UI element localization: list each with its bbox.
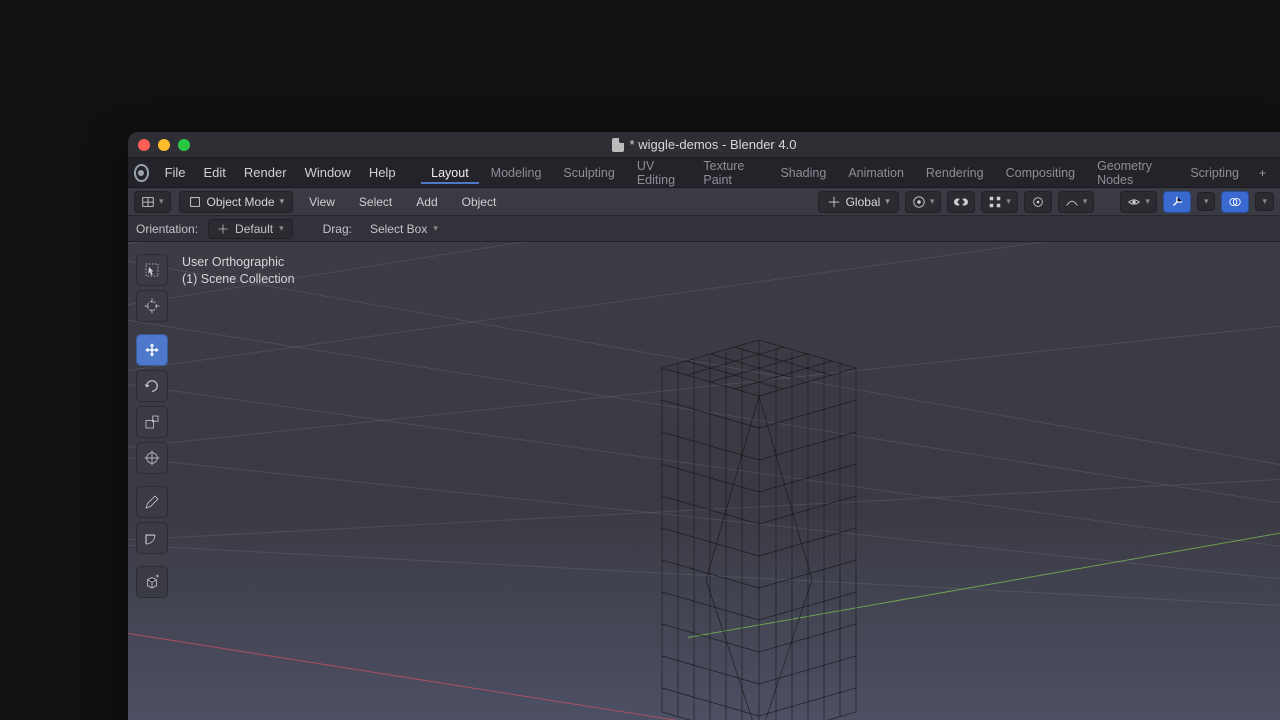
menu-help[interactable]: Help [361, 161, 404, 184]
close-window-button[interactable] [138, 139, 150, 151]
chevron-down-icon: ▾ [159, 196, 164, 207]
hud-view-name: User Orthographic [182, 254, 295, 271]
add-workspace-button[interactable]: + [1251, 162, 1274, 184]
grid-line [128, 242, 1280, 313]
chevron-down-icon: ▾ [1083, 196, 1088, 207]
menu-edit[interactable]: Edit [196, 161, 234, 184]
header-menu-object[interactable]: Object [454, 191, 505, 213]
hud-collection-name: (1) Scene Collection [182, 271, 295, 288]
workspace-tab-rendering[interactable]: Rendering [916, 162, 994, 184]
annotate-tool[interactable] [136, 486, 168, 518]
window-title: * wiggle-demos - Blender 4.0 [128, 137, 1280, 152]
workspace-tab-uv-editing[interactable]: UV Editing [627, 155, 692, 191]
workspace-tab-sculpting[interactable]: Sculpting [553, 162, 624, 184]
traffic-lights [138, 139, 190, 151]
blender-logo-icon[interactable] [134, 164, 149, 182]
menu-window[interactable]: Window [297, 161, 359, 184]
orientation-label: Orientation: [136, 222, 198, 236]
chevron-down-icon: ▾ [279, 223, 284, 234]
mode-label: Object Mode [207, 195, 275, 209]
tool-orientation-dropdown[interactable]: Default ▾ [208, 219, 293, 239]
chevron-down-icon: ▾ [1145, 196, 1150, 207]
axis-icon [217, 223, 229, 235]
chevron-down-icon: ▾ [1262, 196, 1267, 207]
drag-label: Drag: [323, 222, 352, 236]
chevron-down-icon: ▾ [885, 196, 890, 207]
drag-action-dropdown[interactable]: Select Box ▾ [362, 220, 446, 238]
snap-mode-dropdown[interactable]: ▾ [981, 191, 1018, 213]
visibility-icon [1127, 195, 1141, 209]
tool-orientation-value: Default [235, 222, 273, 236]
app-window: * wiggle-demos - Blender 4.0 File Edit R… [128, 132, 1280, 720]
measure-tool[interactable] [136, 522, 168, 554]
grid-line [128, 242, 1280, 253]
proportional-off-icon [1031, 195, 1045, 209]
snap-toggle[interactable] [947, 191, 975, 213]
gizmo-icon [1170, 195, 1184, 209]
move-tool[interactable] [136, 334, 168, 366]
header-menu-add[interactable]: Add [408, 191, 445, 213]
wireframe-mesh-icon [658, 340, 860, 720]
gizmo-dropdown[interactable]: ▾ [1197, 192, 1216, 211]
header-menu-view[interactable]: View [301, 191, 343, 213]
overlay-toggle[interactable] [1221, 191, 1249, 213]
window-title-text: * wiggle-demos - Blender 4.0 [630, 137, 797, 152]
viewport-hud: User Orthographic (1) Scene Collection [182, 254, 295, 288]
object-mode-icon [188, 195, 202, 209]
workspace-tab-animation[interactable]: Animation [838, 162, 914, 184]
falloff-icon [1065, 195, 1079, 209]
minimize-window-button[interactable] [158, 139, 170, 151]
tool-settings-bar: Orientation: Default ▾ Drag: Select Box … [128, 216, 1280, 242]
viewport-editor-icon [141, 195, 155, 209]
overlay-icon [1228, 195, 1242, 209]
workspace-tab-compositing[interactable]: Compositing [996, 162, 1085, 184]
workspace-tab-layout[interactable]: Layout [421, 162, 479, 184]
gizmo-toggle[interactable] [1163, 191, 1191, 213]
proportional-editing-toggle[interactable] [1024, 191, 1052, 213]
orientation-icon [827, 195, 841, 209]
transform-tool[interactable] [136, 442, 168, 474]
transform-orientation-dropdown[interactable]: Global ▾ [818, 191, 899, 213]
visibility-dropdown[interactable]: ▾ [1120, 191, 1157, 213]
viewport-3d[interactable]: User Orthographic (1) Scene Collection [128, 242, 1280, 720]
snap-icon [954, 195, 968, 209]
workspace-tab-shading[interactable]: Shading [770, 162, 836, 184]
viewport-header: ▾ Object Mode ▾ View Select Add Object G… [128, 188, 1280, 216]
snap-increment-icon [988, 195, 1002, 209]
scale-tool[interactable] [136, 406, 168, 438]
chevron-down-icon: ▾ [930, 196, 935, 207]
mode-dropdown[interactable]: Object Mode ▾ [179, 191, 294, 213]
editor-type-dropdown[interactable]: ▾ [134, 191, 171, 213]
workspace-tab-scripting[interactable]: Scripting [1180, 162, 1249, 184]
workspace-tab-texture-paint[interactable]: Texture Paint [693, 155, 768, 191]
pivot-point-dropdown[interactable]: ▾ [905, 191, 942, 213]
menu-file[interactable]: File [157, 161, 194, 184]
cursor-tool[interactable] [136, 290, 168, 322]
add-cube-tool[interactable] [136, 566, 168, 598]
chevron-down-icon: ▾ [1006, 196, 1011, 207]
pivot-median-icon [912, 195, 926, 209]
menu-render[interactable]: Render [236, 161, 295, 184]
overlay-dropdown[interactable]: ▾ [1255, 192, 1274, 211]
titlebar: * wiggle-demos - Blender 4.0 [128, 132, 1280, 158]
chevron-down-icon: ▾ [433, 223, 438, 234]
header-menu-select[interactable]: Select [351, 191, 400, 213]
zoom-window-button[interactable] [178, 139, 190, 151]
workspace-tab-geometry-nodes[interactable]: Geometry Nodes [1087, 155, 1178, 191]
proportional-falloff-dropdown[interactable]: ▾ [1058, 191, 1095, 213]
menubar: File Edit Render Window Help Layout Mode… [128, 158, 1280, 188]
chevron-down-icon: ▾ [1204, 196, 1209, 207]
select-box-tool[interactable] [136, 254, 168, 286]
document-icon [612, 138, 624, 152]
orientation-value: Global [846, 195, 881, 209]
chevron-down-icon: ▾ [280, 196, 285, 207]
wireframe-mesh [658, 340, 860, 720]
toolbar [136, 254, 168, 598]
drag-action-value: Select Box [370, 222, 427, 236]
workspace-tab-modeling[interactable]: Modeling [481, 162, 552, 184]
rotate-tool[interactable] [136, 370, 168, 402]
